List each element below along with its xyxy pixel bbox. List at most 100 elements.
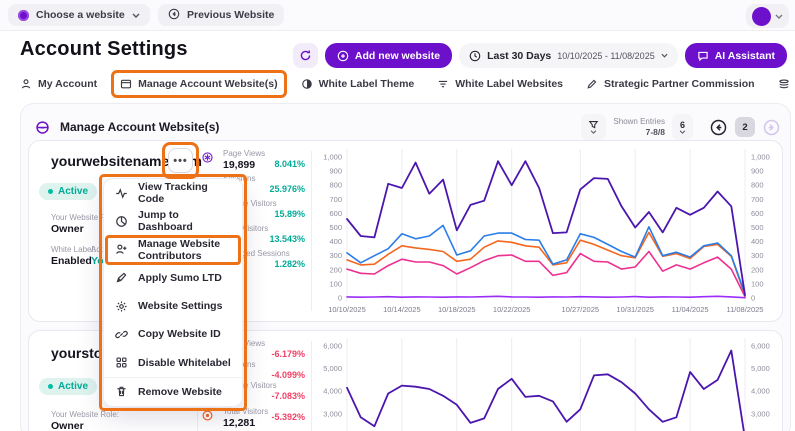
visitors-chart: 3,0003,0004,0004,0005,0005,0006,0006,000 <box>311 331 784 431</box>
current-page-indicator: 2 <box>735 117 755 137</box>
menu-item-copy-website-id[interactable]: Copy Website ID <box>104 320 242 348</box>
tab-my-account[interactable]: My Account <box>20 78 97 90</box>
svg-text:600: 600 <box>329 209 342 218</box>
svg-text:800: 800 <box>751 181 764 190</box>
row-actions-button[interactable]: ••• <box>168 148 193 173</box>
svg-text:700: 700 <box>329 195 342 204</box>
filter-button[interactable] <box>581 114 606 140</box>
stat-total-visitors: Total Visitors 12,281 -5.392% <box>223 407 307 429</box>
tab-white-label-websites[interactable]: White Label Websites <box>437 78 563 90</box>
pen-icon <box>586 78 598 90</box>
shown-entries: Shown Entries 7-8/8 <box>613 117 665 138</box>
menu-item-remove-website[interactable]: Remove Website <box>104 377 242 406</box>
avatar <box>752 7 771 26</box>
panel-header: Manage Account Website(s) Shown Entries … <box>35 112 780 142</box>
user-icon <box>20 78 32 90</box>
divider <box>311 151 312 311</box>
contrast-icon <box>301 78 313 90</box>
website-favicon-icon <box>18 10 29 21</box>
date-range-value: 10/10/2025 - 11/08/2025 <box>557 51 654 61</box>
websites-icon <box>35 120 50 135</box>
funnel-icon <box>588 120 599 130</box>
gear-icon <box>115 300 128 313</box>
svg-text:900: 900 <box>751 167 764 176</box>
pen-nib-icon <box>115 271 128 284</box>
svg-text:4,000: 4,000 <box>751 387 770 396</box>
svg-text:10/27/2025: 10/27/2025 <box>562 305 600 314</box>
svg-text:6,000: 6,000 <box>751 342 770 351</box>
svg-text:400: 400 <box>329 237 342 246</box>
svg-text:100: 100 <box>329 279 342 288</box>
svg-text:10/22/2025: 10/22/2025 <box>493 305 531 314</box>
clock-icon <box>469 50 481 62</box>
choose-website-dropdown[interactable]: Choose a website <box>8 4 150 26</box>
svg-text:200: 200 <box>329 265 342 274</box>
refresh-icon <box>299 49 312 62</box>
svg-text:700: 700 <box>751 195 764 204</box>
previous-website-button[interactable]: Previous Website <box>158 4 284 26</box>
svg-text:500: 500 <box>751 223 764 232</box>
svg-text:11/04/2025: 11/04/2025 <box>672 305 709 314</box>
svg-text:1,000: 1,000 <box>323 153 342 162</box>
svg-text:0: 0 <box>338 294 342 303</box>
svg-text:10/31/2025: 10/31/2025 <box>616 305 654 314</box>
role-field: Your Website Role: Owner <box>51 410 119 431</box>
svg-text:900: 900 <box>329 167 342 176</box>
white-label-field: White Label: Enabled <box>51 245 95 267</box>
status-dot-icon <box>48 189 53 194</box>
svg-text:5,000: 5,000 <box>751 364 770 373</box>
svg-text:100: 100 <box>751 279 764 288</box>
arrow-left-circle-icon <box>710 119 727 136</box>
menu-item-website-settings[interactable]: Website Settings <box>104 292 242 320</box>
date-range-label: Last 30 Days <box>487 50 551 62</box>
menu-item-disable-whitelabel[interactable]: Disable Whitelabel <box>104 349 242 377</box>
qr-grid-icon <box>115 356 128 369</box>
tab-invoices[interactable]: Invoices <box>778 78 795 90</box>
browser-icon <box>120 78 132 90</box>
traffic-chart: 0010010020020030030040040050050060060070… <box>311 141 784 323</box>
tab-white-label-theme[interactable]: White Label Theme <box>301 78 415 90</box>
svg-text:10/18/2025: 10/18/2025 <box>438 305 476 314</box>
layers-icon <box>778 78 790 90</box>
svg-text:6,000: 6,000 <box>323 342 342 351</box>
previous-website-label: Previous Website <box>187 9 274 21</box>
total-visitors-icon <box>201 409 214 427</box>
svg-text:800: 800 <box>329 181 342 190</box>
svg-text:5,000: 5,000 <box>323 364 342 373</box>
prev-page-button[interactable] <box>710 119 727 136</box>
stat-page-views: Page Views 19,899 8.041% <box>223 149 307 171</box>
refresh-button[interactable] <box>293 43 318 68</box>
next-page-button[interactable] <box>763 119 780 136</box>
svg-text:3,000: 3,000 <box>323 409 342 418</box>
header-actions: Add new website Last 30 Days 10/10/2025 … <box>293 43 787 68</box>
per-page-select[interactable]: 6 <box>672 114 693 140</box>
add-new-website-button[interactable]: Add new website <box>325 43 452 68</box>
svg-text:10/14/2025: 10/14/2025 <box>383 305 421 314</box>
menu-item-manage-website-contributors[interactable]: Manage Website Contributors <box>104 236 242 264</box>
svg-text:300: 300 <box>329 251 342 260</box>
filter-lines-icon <box>437 78 449 90</box>
account-menu[interactable] <box>746 4 789 28</box>
tab-strategic-partner-commission[interactable]: Strategic Partner Commission <box>586 78 755 90</box>
svg-text:0: 0 <box>751 294 755 303</box>
svg-text:1,000: 1,000 <box>751 153 770 162</box>
svg-text:11/08/2025: 11/08/2025 <box>727 305 764 314</box>
user-plus-icon <box>115 243 128 256</box>
chevron-down-icon <box>661 53 668 58</box>
menu-item-apply-sumo-ltd[interactable]: Apply Sumo LTD <box>104 264 242 292</box>
trash-icon <box>115 385 128 398</box>
menu-item-view-tracking-code[interactable]: View Tracking Code <box>104 179 242 207</box>
svg-text:3,000: 3,000 <box>751 409 770 418</box>
ai-assistant-button[interactable]: AI Assistant <box>685 43 787 68</box>
top-bar: Choose a website Previous Website <box>0 0 795 31</box>
menu-item-jump-to-dashboard[interactable]: Jump to Dashboard <box>104 207 242 235</box>
divider <box>311 341 312 431</box>
status-dot-icon <box>48 384 53 389</box>
tab-manage-account-websites[interactable]: Manage Account Website(s) <box>120 78 277 90</box>
status-badge: Active <box>39 183 97 200</box>
svg-text:500: 500 <box>329 223 342 232</box>
choose-website-label: Choose a website <box>36 9 125 21</box>
settings-tab-bar: My Account Manage Account Website(s) Whi… <box>20 78 795 90</box>
date-range-picker[interactable]: Last 30 Days 10/10/2025 - 11/08/2025 <box>459 43 678 68</box>
chevron-down-icon <box>679 130 686 134</box>
